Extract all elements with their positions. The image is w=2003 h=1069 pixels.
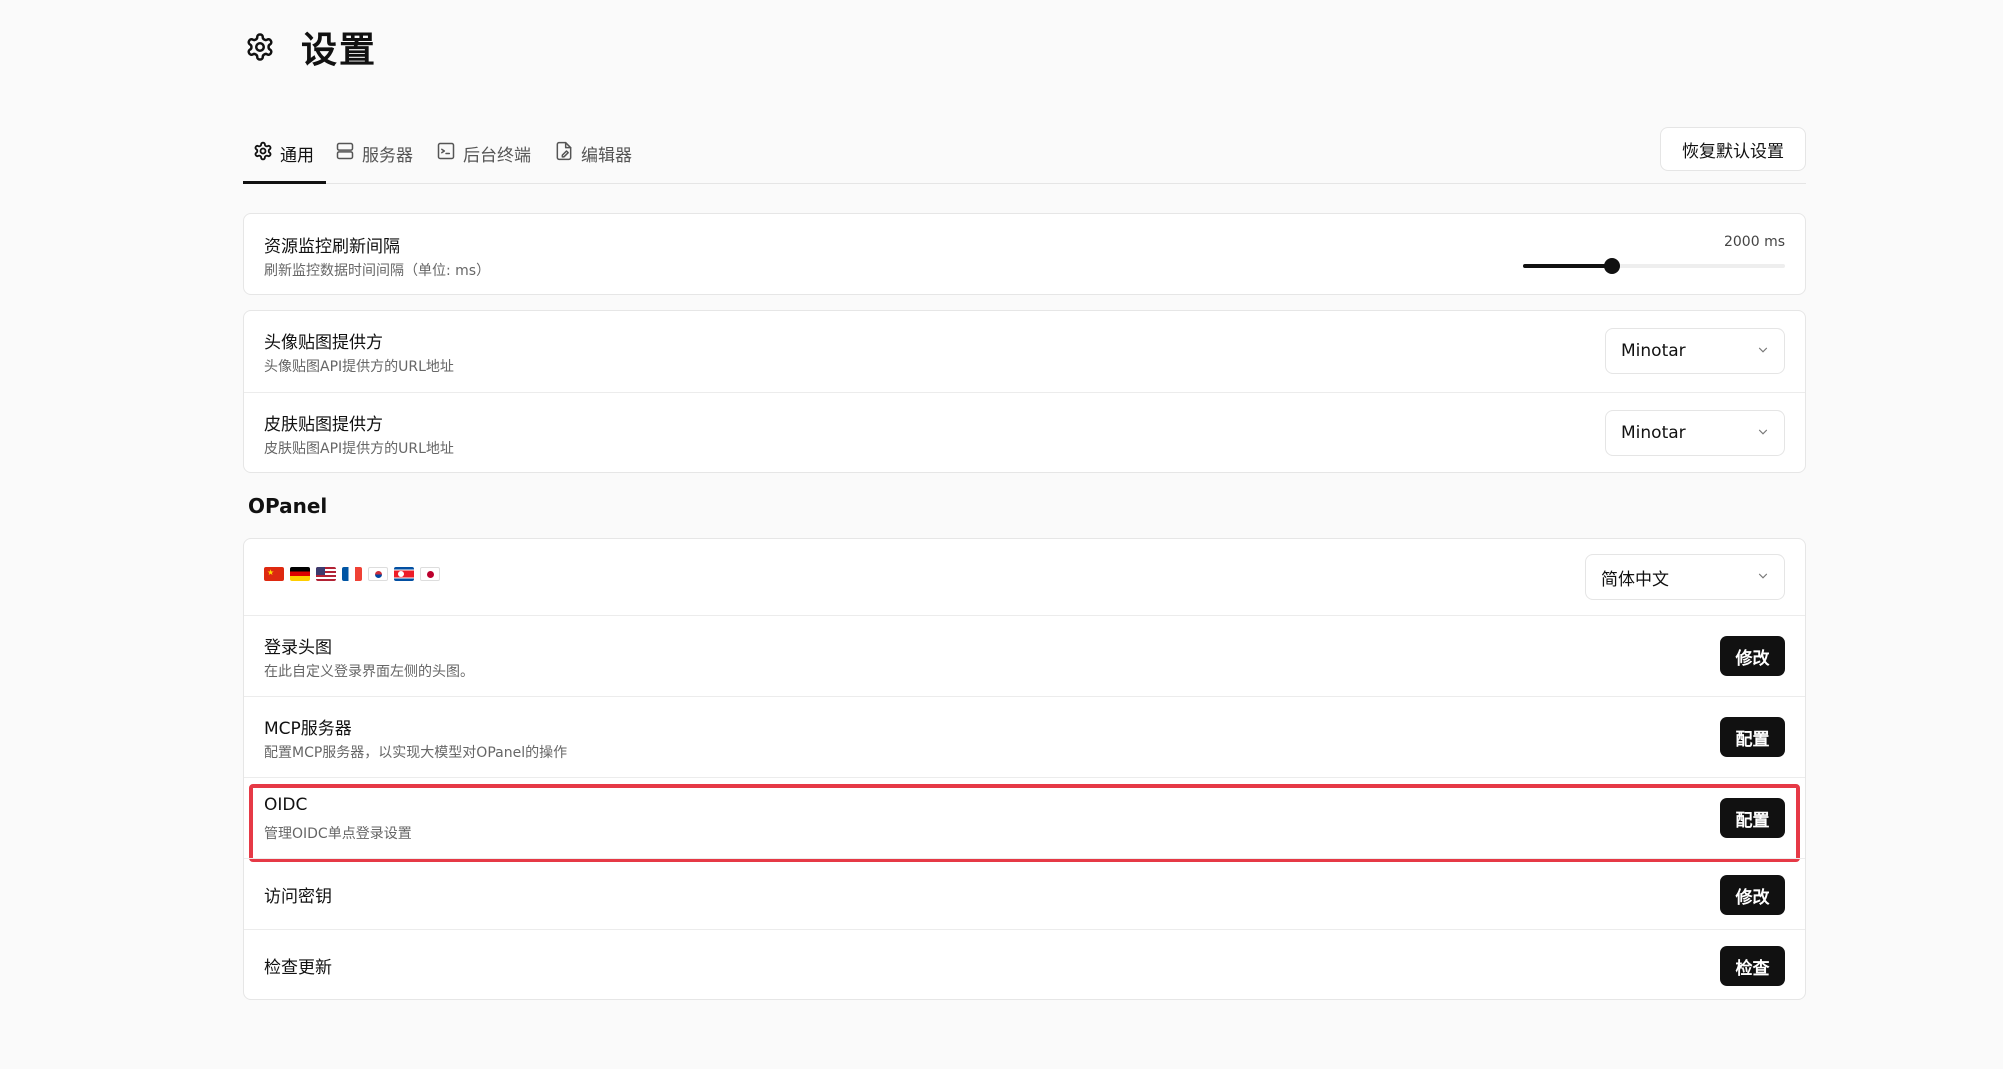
setting-description: 配置MCP服务器，以实现大模型对OPanel的操作	[264, 745, 568, 761]
reset-defaults-button[interactable]: 恢复默认设置	[1660, 127, 1806, 171]
setting-title: OIDC	[264, 795, 308, 815]
setting-description: 头像贴图API提供方的URL地址	[264, 359, 454, 375]
opanel-card: ★ 简体中文 登录头图 在此自定义登录界面左侧的头图。 修改 MCP服务器 配置…	[243, 538, 1806, 1000]
select-value: 简体中文	[1601, 569, 1669, 590]
edit-login-image-button[interactable]: 修改	[1720, 636, 1785, 676]
file-edit-icon	[554, 141, 574, 161]
mcp-server-row: MCP服务器 配置MCP服务器，以实现大模型对OPanel的操作 配置	[244, 696, 1805, 777]
language-row: ★ 简体中文	[244, 539, 1805, 615]
gear-icon	[245, 32, 275, 62]
tab-terminal[interactable]: 后台终端	[436, 141, 531, 184]
monitor-interval-card: 资源监控刷新间隔 刷新监控数据时间间隔（单位: ms） 2000 ms	[243, 213, 1806, 295]
highlight-box	[249, 784, 1800, 862]
skin-provider-select[interactable]: Minotar	[1605, 410, 1785, 456]
us-flag	[316, 567, 336, 581]
edit-access-key-button[interactable]: 修改	[1720, 875, 1785, 915]
interval-slider[interactable]	[1523, 258, 1785, 274]
avatar-provider-row: 头像贴图提供方 头像贴图API提供方的URL地址 Minotar	[244, 311, 1805, 392]
setting-title: 头像贴图提供方	[264, 333, 383, 353]
de-flag	[290, 567, 310, 581]
chevron-down-icon	[1758, 573, 1768, 579]
setting-description: 皮肤贴图API提供方的URL地址	[264, 441, 454, 457]
login-image-row: 登录头图 在此自定义登录界面左侧的头图。 修改	[244, 615, 1805, 696]
tab-general[interactable]: 通用	[243, 141, 326, 184]
chevron-down-icon	[1758, 429, 1768, 435]
texture-provider-card: 头像贴图提供方 头像贴图API提供方的URL地址 Minotar 皮肤贴图提供方…	[243, 310, 1806, 473]
slider-value: 2000 ms	[1723, 234, 1785, 250]
setting-description: 在此自定义登录界面左侧的头图。	[264, 664, 474, 680]
section-title-opanel: OPanel	[248, 494, 328, 518]
check-update-button[interactable]: 检查	[1720, 946, 1785, 986]
setting-title: 登录头图	[264, 638, 332, 658]
select-value: Minotar	[1621, 423, 1686, 443]
setting-title: MCP服务器	[264, 719, 352, 739]
tab-label: 编辑器	[581, 146, 632, 166]
tab-label: 服务器	[362, 146, 413, 166]
check-update-row: 检查更新 检查	[244, 929, 1805, 999]
settings-tabs: 通用 服务器 后台终端 编辑器 恢复默认设置	[243, 127, 1806, 184]
tab-editor[interactable]: 编辑器	[554, 141, 632, 184]
page-title: 设置	[301, 30, 378, 71]
cn-flag: ★	[264, 567, 284, 581]
slider-thumb[interactable]	[1604, 258, 1621, 274]
setting-title: 访问密钥	[264, 887, 332, 907]
fr-flag	[342, 567, 362, 581]
configure-oidc-button[interactable]: 配置	[1720, 798, 1785, 838]
avatar-provider-select[interactable]: Minotar	[1605, 328, 1785, 374]
tab-label: 通用	[280, 146, 314, 166]
slider-fill	[1523, 264, 1613, 268]
select-value: Minotar	[1621, 341, 1686, 361]
language-flags: ★	[264, 567, 440, 581]
kr-flag	[368, 567, 388, 581]
setting-title: 皮肤贴图提供方	[264, 415, 383, 435]
kp-flag	[394, 567, 414, 581]
setting-title: 检查更新	[264, 958, 332, 978]
setting-description: 管理OIDC单点登录设置	[264, 826, 412, 842]
skin-provider-row: 皮肤贴图提供方 皮肤贴图API提供方的URL地址 Minotar	[244, 392, 1805, 472]
chevron-down-icon	[1758, 347, 1768, 353]
jp-flag	[420, 567, 440, 581]
tab-server[interactable]: 服务器	[335, 141, 413, 184]
page-header: 设置	[243, 22, 377, 72]
server-icon	[335, 141, 355, 161]
setting-title: 资源监控刷新间隔	[264, 237, 400, 257]
language-select[interactable]: 简体中文	[1585, 554, 1785, 600]
gear-icon	[253, 141, 273, 161]
oidc-row: OIDC 管理OIDC单点登录设置 配置	[244, 777, 1805, 862]
terminal-icon	[436, 141, 456, 161]
monitor-interval-row: 资源监控刷新间隔 刷新监控数据时间间隔（单位: ms） 2000 ms	[244, 214, 1805, 294]
tab-label: 后台终端	[463, 146, 531, 166]
configure-mcp-button[interactable]: 配置	[1720, 717, 1785, 757]
setting-description: 刷新监控数据时间间隔（单位: ms）	[264, 263, 491, 279]
access-key-row: 访问密钥 修改	[244, 858, 1805, 929]
